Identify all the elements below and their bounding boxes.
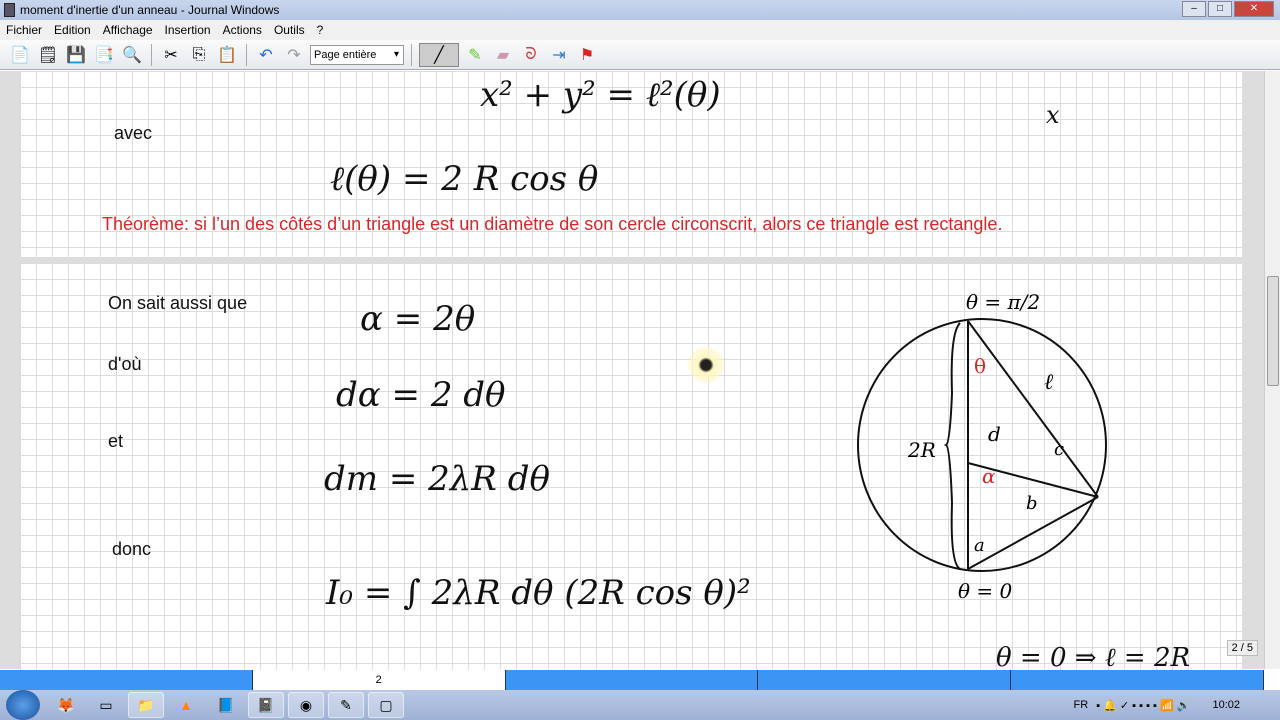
export-icon[interactable]: 📑 [92, 43, 116, 67]
label-top: θ = π/2 [966, 290, 1040, 314]
scrollbar-thumb[interactable] [1267, 276, 1279, 386]
divider [411, 43, 412, 66]
menu-help[interactable]: ? [311, 20, 330, 40]
toolbar: 📄 🗒 💾 📑 🔍 ✂ ⎘ 📋 ↶ ↷ Page entière ╱ ✎ ▰ ᘐ… [0, 40, 1280, 70]
page-tab[interactable] [758, 670, 1012, 690]
page-1: x² + y² = ℓ²(θ) avec ℓ(θ) = 2 R cos θ x … [20, 71, 1242, 257]
window-title: moment d'inertie d'un anneau - Journal W… [20, 3, 280, 17]
undo-icon[interactable]: ↶ [254, 43, 278, 67]
system-tray: FR ▪ 🔔 ✓ ▪ ▪ ▪ ▪ 📶 🔊 10:02 [1074, 699, 1280, 712]
menu-affichage[interactable]: Affichage [97, 20, 159, 40]
start-button[interactable] [6, 690, 40, 720]
menu-outils[interactable]: Outils [268, 20, 311, 40]
equation: I₀ = ∫ 2λR dθ (2R cos θ)² [326, 573, 751, 613]
label-c: c [1054, 439, 1064, 460]
vertical-scrollbar[interactable] [1264, 71, 1280, 669]
flag-icon[interactable]: ⚑ [575, 43, 599, 67]
equation: ℓ(θ) = 2 R cos θ [330, 159, 599, 199]
label: et [108, 431, 124, 451]
find-icon[interactable]: 🔍 [120, 43, 144, 67]
notification-icons[interactable]: ▪ 🔔 ✓ ▪ ▪ ▪ ▪ 📶 🔊 [1096, 699, 1190, 712]
new-note-icon[interactable]: 📄 [8, 43, 32, 67]
save-icon[interactable]: 💾 [64, 43, 88, 67]
page-2: On sait aussi que d'où et donc α = 2θ dα… [20, 263, 1242, 673]
page-navigation-bar: 2 [0, 670, 1264, 690]
label-theta: θ [974, 354, 986, 378]
app-icon [4, 3, 15, 17]
axis-label-x: x [1046, 101, 1060, 129]
insert-space-icon[interactable]: ⇥ [547, 43, 571, 67]
firefox-icon[interactable]: 🦊 [48, 692, 84, 718]
copy-icon[interactable]: ⎘ [187, 43, 211, 67]
menu-bar: Fichier Edition Affichage Insertion Acti… [0, 20, 1280, 40]
label-bottom: θ = 0 [958, 579, 1013, 603]
label: donc [112, 539, 152, 559]
divider [151, 43, 152, 66]
divider [246, 43, 247, 66]
label-alpha: α [982, 464, 996, 488]
title-bar: moment d'inertie d'un anneau - Journal W… [0, 0, 1280, 20]
equation: dα = 2 dθ [336, 375, 506, 415]
app-icon[interactable]: 📘 [208, 692, 244, 718]
label-d: d [988, 422, 1001, 446]
equation: α = 2θ [360, 299, 476, 339]
theorem-text: Théorème: si l’un des côtés d’un triangl… [102, 214, 1003, 234]
pen-icon[interactable]: ╱ [419, 42, 459, 67]
close-button[interactable]: ✕ [1234, 1, 1274, 17]
menu-edition[interactable]: Edition [48, 20, 97, 40]
partial-equation: θ = 0 ⇒ ℓ = 2R [996, 643, 1191, 673]
equation: dm = 2λR dθ [324, 459, 550, 499]
note-canvas[interactable]: x² + y² = ℓ²(θ) avec ℓ(θ) = 2 R cos θ x … [0, 71, 1264, 673]
label-l: ℓ [1044, 370, 1054, 395]
page-tab[interactable] [505, 670, 759, 690]
page-tab[interactable] [1011, 670, 1264, 690]
language-indicator[interactable]: FR [1074, 699, 1089, 711]
page-tab[interactable] [0, 670, 253, 690]
open-icon[interactable]: 🗒 [36, 43, 60, 67]
page-tab-current[interactable]: 2 [252, 670, 506, 690]
label-2r: 2R [907, 438, 936, 462]
equation: x² + y² = ℓ²(θ) [480, 75, 721, 115]
highlighter-icon[interactable]: ✎ [463, 43, 487, 67]
label-a: a [974, 535, 985, 556]
zoom-select[interactable]: Page entière [310, 44, 404, 65]
clock[interactable]: 10:02 [1212, 699, 1240, 711]
circle-diagram: θ = π/2 θ = 0 2R ℓ θ d α c b a [857, 290, 1107, 603]
label: d'où [108, 354, 142, 374]
cut-icon[interactable]: ✂ [159, 43, 183, 67]
pointer-cursor [688, 347, 724, 383]
taskbar: 🦊 ▭ 📁 ▲ 📘 📓 ◉ ✎ ▢ FR ▪ 🔔 ✓ ▪ ▪ ▪ ▪ 📶 🔊 1… [0, 690, 1280, 720]
page-indicator: 2 / 5 [1226, 640, 1258, 656]
menu-actions[interactable]: Actions [217, 20, 268, 40]
label-avec: avec [114, 123, 153, 143]
maximize-button[interactable]: □ [1208, 1, 1232, 17]
minimize-button[interactable]: – [1182, 1, 1206, 17]
lasso-icon[interactable]: ᘐ [519, 43, 543, 67]
menu-fichier[interactable]: Fichier [0, 20, 48, 40]
eraser-icon[interactable]: ▰ [491, 43, 515, 67]
menu-insertion[interactable]: Insertion [159, 20, 217, 40]
app-icon[interactable]: ▢ [368, 692, 404, 718]
explorer-icon[interactable]: 📁 [128, 692, 164, 718]
chrome-icon[interactable]: ◉ [288, 692, 324, 718]
app-icon[interactable]: ✎ [328, 692, 364, 718]
paste-icon[interactable]: 📋 [215, 43, 239, 67]
label-b: b [1026, 493, 1038, 514]
vlc-icon[interactable]: ▲ [168, 692, 204, 718]
window-switcher-icon[interactable]: ▭ [88, 692, 124, 718]
journal-icon[interactable]: 📓 [248, 692, 284, 718]
redo-icon[interactable]: ↷ [282, 43, 306, 67]
label: On sait aussi que [108, 293, 248, 313]
